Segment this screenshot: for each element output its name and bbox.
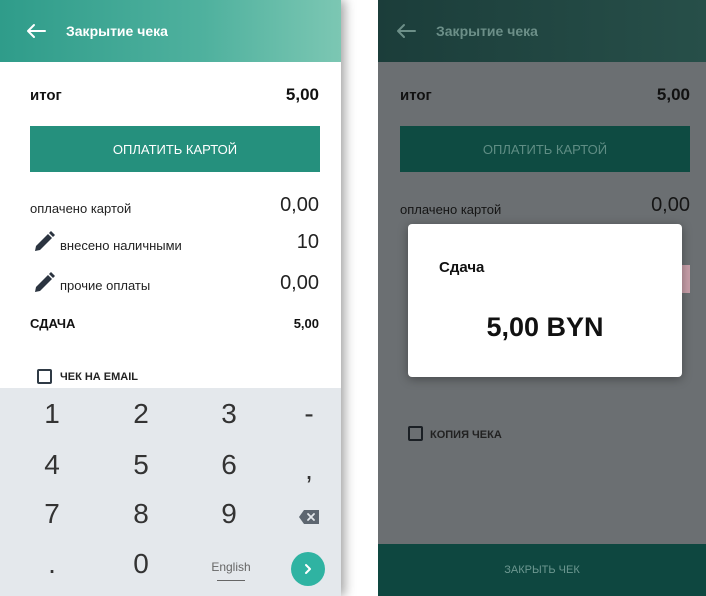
numeric-keyboard: 1 2 3 - 4 5 6 , 7 8 9 . 0 English [0, 388, 341, 596]
change-label: СДАЧА [30, 316, 76, 331]
receipt-email-label: ЧЕК НА EMAIL [60, 371, 138, 383]
page-title: Закрытие чека [436, 23, 538, 39]
key-comma[interactable]: , [279, 454, 339, 486]
paid-by-card-value: 0,00 [651, 194, 690, 216]
app-bar: Закрытие чека [0, 0, 341, 62]
total-value: 5,00 [656, 85, 690, 104]
other-payments-label: прочие оплаты [60, 278, 151, 293]
dialog-amount: 5,00 BYN [486, 312, 604, 342]
receipt-copy-label: КОПИЯ ЧЕКА [430, 429, 502, 441]
other-payments-value[interactable]: 0,00 [280, 272, 319, 295]
receipt-copy-checkbox [408, 426, 423, 441]
cash-deposited-label: внесено наличными [60, 238, 182, 253]
change-dialog: Сдача 5,00 BYN [408, 224, 682, 377]
app-bar: Закрытие чека [378, 0, 706, 62]
backspace-icon[interactable] [298, 509, 320, 525]
total-value: 5,00 [285, 85, 319, 104]
paid-by-card-label: оплачено картой [400, 202, 502, 217]
key-9[interactable]: 9 [199, 498, 259, 530]
key-7[interactable]: 7 [22, 498, 82, 530]
pencil-icon[interactable] [33, 231, 55, 253]
pay-by-card-button[interactable]: ОПЛАТИТЬ КАРТОЙ [30, 126, 320, 172]
payment-screen: Закрытие чека итог 5,00 ОПЛАТИТЬ КАРТОЙ … [0, 0, 341, 596]
key-8[interactable]: 8 [111, 498, 171, 530]
back-arrow-icon[interactable] [26, 23, 46, 39]
pencil-icon[interactable] [33, 272, 55, 294]
paid-by-card-label: оплачено картой [30, 201, 132, 216]
key-minus[interactable]: - [279, 398, 339, 430]
dialog-title: Сдача [439, 259, 485, 276]
key-dot[interactable]: . [22, 548, 82, 580]
language-underline [217, 580, 245, 581]
pay-by-card-button: ОПЛАТИТЬ КАРТОЙ [400, 126, 690, 172]
receipt-email-checkbox[interactable] [37, 369, 52, 384]
close-receipt-button: ЗАКРЫТЬ ЧЕК [378, 544, 706, 596]
key-5[interactable]: 5 [111, 449, 171, 481]
key-2[interactable]: 2 [111, 398, 171, 430]
page-title: Закрытие чека [66, 23, 168, 39]
paid-by-card-value: 0,00 [280, 194, 319, 216]
chevron-right-icon [305, 564, 311, 574]
key-6[interactable]: 6 [199, 449, 259, 481]
key-1[interactable]: 1 [22, 398, 82, 430]
key-0[interactable]: 0 [111, 548, 171, 580]
total-label: итог [30, 87, 62, 104]
cash-deposited-value[interactable]: 10 [297, 231, 319, 254]
enter-key[interactable] [291, 552, 325, 586]
key-3[interactable]: 3 [199, 398, 259, 430]
total-label: итог [400, 87, 432, 104]
back-arrow-icon [397, 24, 416, 38]
language-switch-key[interactable]: English [201, 560, 261, 574]
change-value: 5,00 [293, 316, 319, 331]
key-4[interactable]: 4 [22, 449, 82, 481]
